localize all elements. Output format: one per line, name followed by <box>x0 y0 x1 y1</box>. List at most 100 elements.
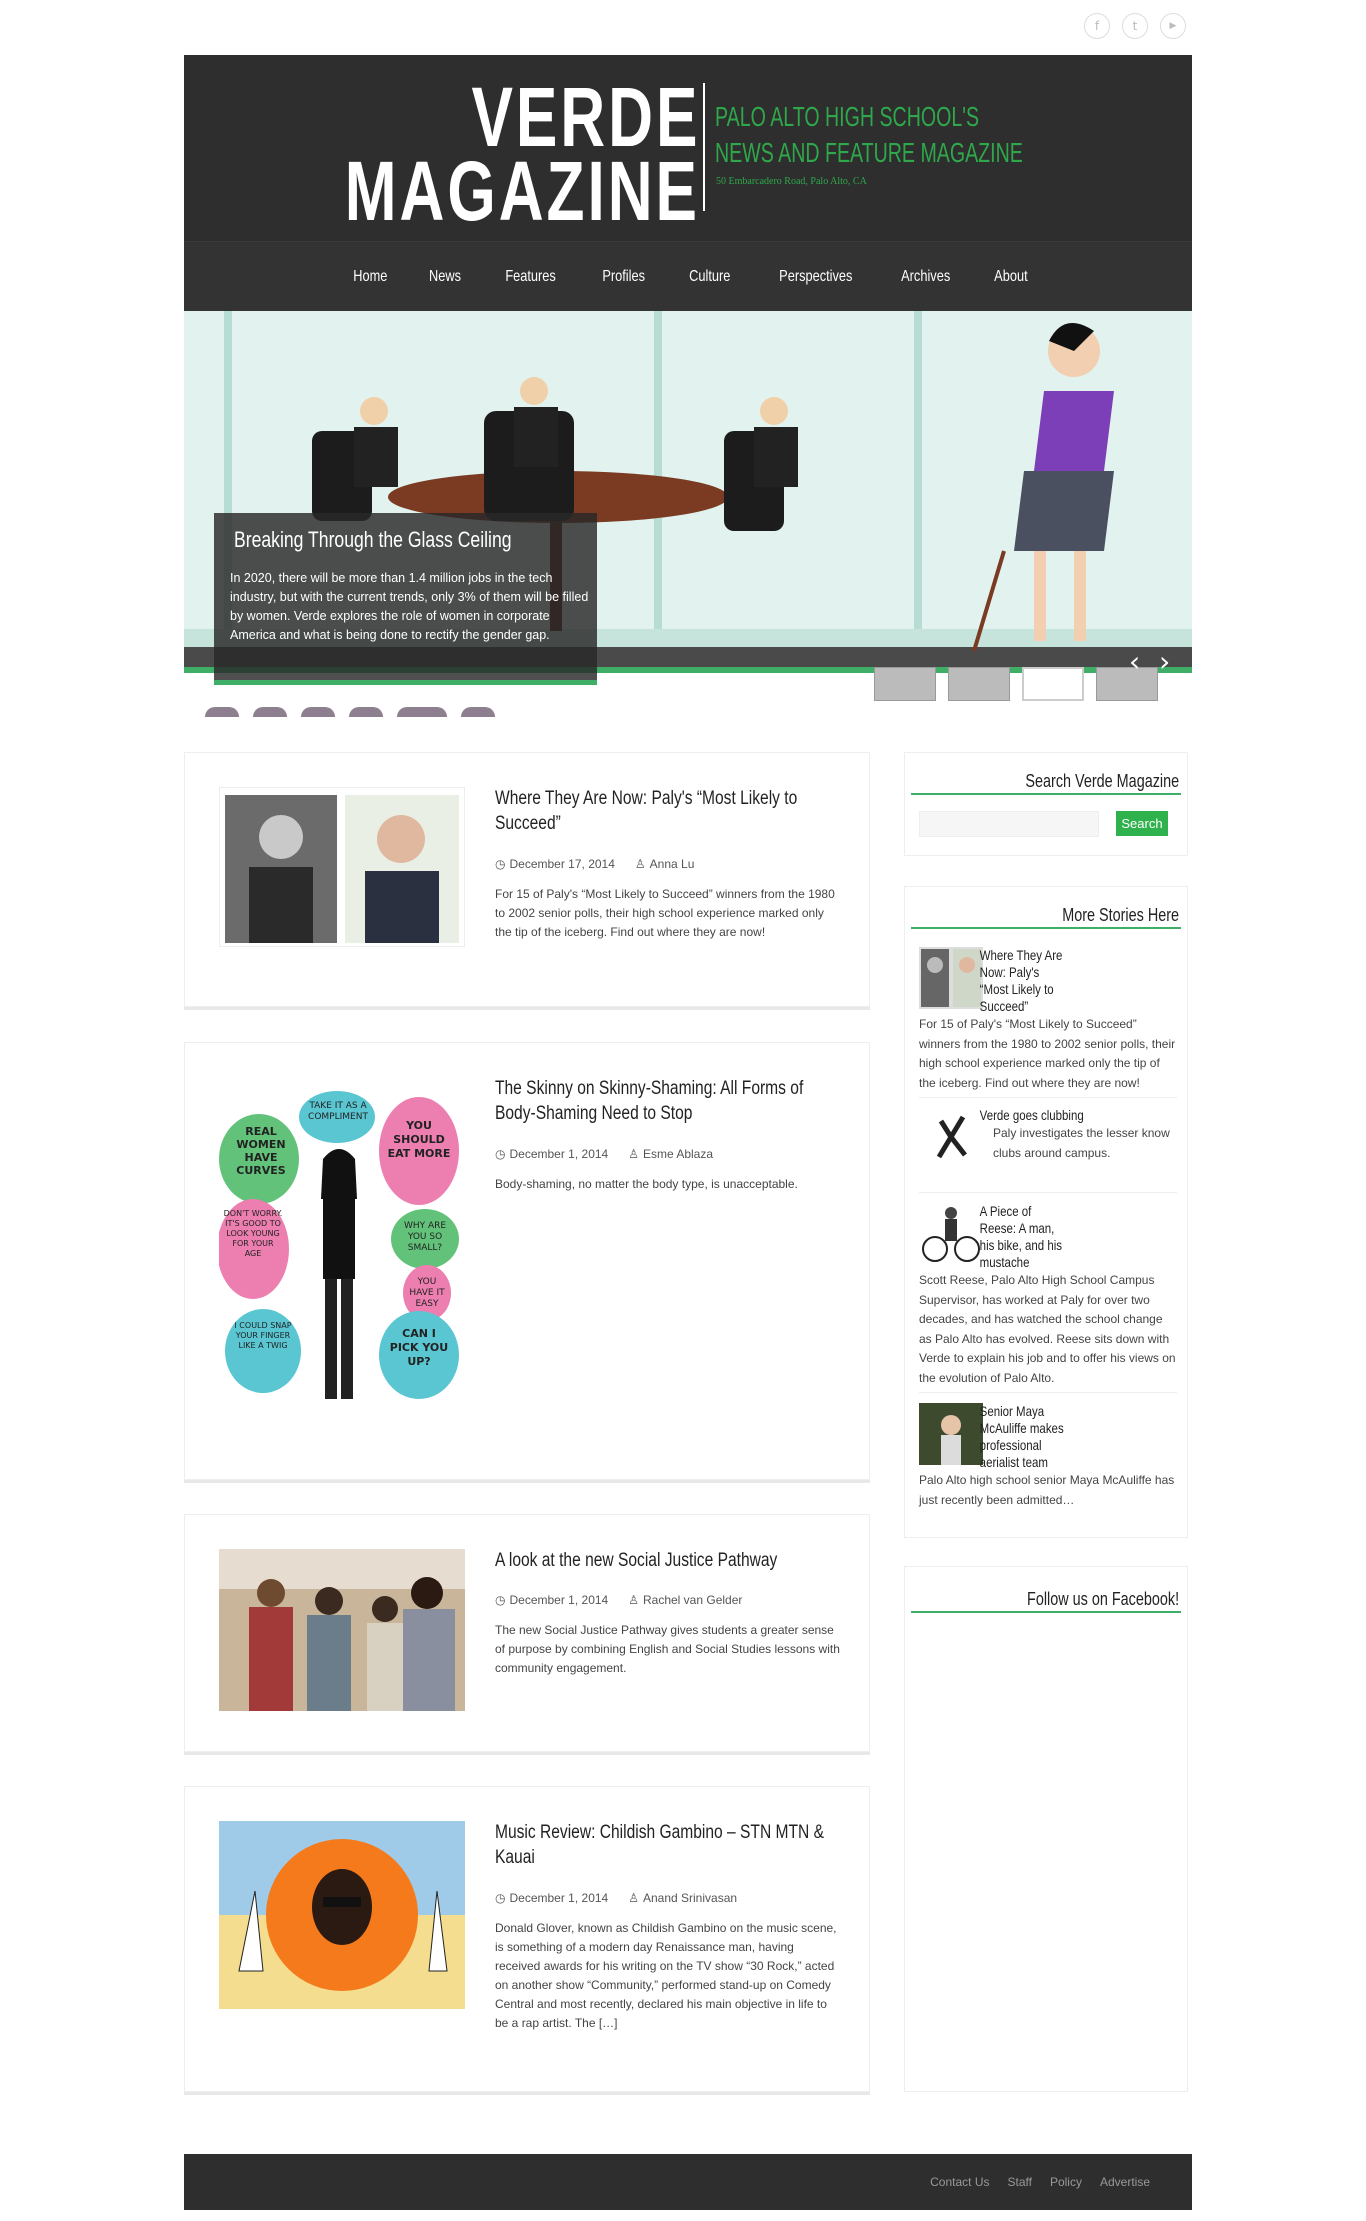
post-meta: ◷ December 1, 2014 ♙ Esme Ablaza <box>495 1147 713 1161</box>
slider-thumb[interactable] <box>1096 667 1158 701</box>
author-icon: ♙ <box>634 857 646 871</box>
nav-perspectives[interactable]: Perspectives <box>779 268 852 286</box>
story-item: Where They Are Now: Paly's “Most Likely … <box>919 947 1177 1093</box>
post-title[interactable]: The Skinny on Skinny-Shaming: All Forms … <box>495 1076 839 1126</box>
widget-title[interactable]: Follow us on Facebook! <box>1027 1589 1179 1610</box>
story-text: For 15 of Paly's “Most Likely to Succeed… <box>919 1017 1176 1090</box>
story-item: A Piece of Reese: A man, his bike, and h… <box>919 1203 1177 1388</box>
widget-underline <box>911 927 1181 929</box>
search-button[interactable]: Search <box>1116 811 1168 836</box>
post-date: December 1, 2014 <box>509 1593 609 1607</box>
bubble-text: TAKE IT AS A COMPLIMENT <box>308 1101 368 1122</box>
post-image[interactable] <box>219 787 465 947</box>
tagline-line1: PALO ALTO HIGH SCHOOL'S <box>715 101 980 132</box>
post-excerpt: Donald Glover, known as Childish Gambino… <box>495 1921 837 2030</box>
nav-features[interactable]: Features <box>506 268 557 286</box>
author-icon: ♙ <box>628 1147 639 1161</box>
nav-profiles[interactable]: Profiles <box>602 268 645 286</box>
tagline-line2: NEWS AND FEATURE MAGAZINE <box>715 137 1023 168</box>
slider-dot[interactable] <box>301 707 335 717</box>
footer-link-policy[interactable]: Policy <box>1050 2175 1082 2189</box>
slider-next-icon[interactable]: › <box>1159 645 1170 678</box>
more-stories-widget: More Stories Here Where They Are Now: Pa… <box>904 886 1188 1538</box>
post-author[interactable]: Anand Srinivasan <box>643 1891 737 1905</box>
post-author[interactable]: Anna Lu <box>650 857 695 871</box>
post-title[interactable]: A look at the new Social Justice Pathway <box>495 1548 839 1573</box>
post-meta: ◷ December 1, 2014 ♙ Rachel van Gelder <box>495 1593 742 1607</box>
post-author[interactable]: Esme Ablaza <box>643 1147 713 1161</box>
widget-underline <box>911 1611 1181 1613</box>
youtube-icon[interactable]: ▶ <box>1160 13 1186 39</box>
twitter-icon[interactable]: t <box>1122 13 1148 39</box>
nav-culture[interactable]: Culture <box>689 268 730 286</box>
slider-thumb-active[interactable] <box>1022 667 1084 701</box>
nav-archives[interactable]: Archives <box>901 268 950 286</box>
widget-title: Search Verde Magazine <box>1025 771 1179 791</box>
story-text: Palo Alto high school senior Maya McAuli… <box>919 1473 1175 1507</box>
clock-icon: ◷ <box>495 1891 506 1905</box>
slider-prev-icon[interactable]: ‹ <box>1129 645 1140 678</box>
clock-icon: ◷ <box>495 1147 506 1161</box>
slider-dot[interactable] <box>397 707 447 717</box>
post-image[interactable] <box>219 1549 465 1711</box>
post-date: December 17, 2014 <box>509 857 615 871</box>
slider-dots <box>205 707 495 717</box>
post-date: December 1, 2014 <box>509 1147 609 1161</box>
slider-title[interactable]: Breaking Through the Glass Ceiling <box>234 527 512 553</box>
site-header: VERDE MAGAZINE PALO ALTO HIGH SCHOOL'S N… <box>184 55 1192 311</box>
bubble-text: CAN I PICK YOU UP? <box>389 1327 449 1368</box>
slider-dot[interactable] <box>461 707 495 717</box>
nav-about[interactable]: About <box>995 268 1028 286</box>
post-date: December 1, 2014 <box>509 1891 609 1905</box>
post-title[interactable]: Music Review: Childish Gambino – STN MTN… <box>495 1820 839 1870</box>
slider-dot[interactable] <box>349 707 383 717</box>
facebook-widget: Follow us on Facebook! <box>904 1566 1188 2092</box>
widget-title: More Stories Here <box>1062 905 1179 925</box>
bubble-text: DON'T WORRY. IT'S GOOD TO LOOK YOUNG FOR… <box>223 1209 283 1258</box>
post-meta: ◷ December 17, 2014 ♙ Anna Lu <box>495 857 694 871</box>
search-input[interactable] <box>919 811 1099 837</box>
clock-icon: ◷ <box>495 857 506 871</box>
post-image[interactable] <box>219 1821 465 2009</box>
logo-magazine: MAGAZINE <box>344 144 700 238</box>
post-author[interactable]: Rachel van Gelder <box>643 1593 742 1607</box>
post-excerpt: The new Social Justice Pathway gives stu… <box>495 1623 840 1675</box>
footer-link-staff[interactable]: Staff <box>1007 2175 1031 2189</box>
logo-divider <box>703 83 705 211</box>
story-title[interactable]: Where They Are Now: Paly's “Most Likely … <box>919 947 1071 1015</box>
post-excerpt: For 15 of Paly's “Most Likely to Succeed… <box>495 887 835 939</box>
post-title[interactable]: Where They Are Now: Paly's “Most Likely … <box>495 786 839 836</box>
author-icon: ♙ <box>628 1593 639 1607</box>
site-footer: Contact Us Staff Policy Advertise <box>184 2154 1192 2210</box>
bubble-text: YOU SHOULD EAT MORE <box>387 1119 451 1160</box>
search-widget: Search Verde Magazine Search <box>904 752 1188 856</box>
story-item: Verde goes clubbing Paly investigates th… <box>919 1107 1177 1173</box>
bubble-text: YOU HAVE IT EASY <box>409 1277 445 1309</box>
school-address: 50 Embarcadero Road, Palo Alto, CA <box>716 176 867 187</box>
post-image[interactable]: REAL WOMEN HAVE CURVES TAKE IT AS A COMP… <box>219 1089 465 1429</box>
slider-thumb[interactable] <box>874 667 936 701</box>
slider-thumbnails <box>874 667 1158 701</box>
story-title[interactable]: A Piece of Reese: A man, his bike, and h… <box>919 1203 1071 1271</box>
footer-link-advertise[interactable]: Advertise <box>1100 2175 1150 2189</box>
post-card: Music Review: Childish Gambino – STN MTN… <box>184 1786 870 2092</box>
bubble-text: I COULD SNAP YOUR FINGER LIKE A TWIG <box>234 1321 292 1350</box>
story-title[interactable]: Verde goes clubbing <box>919 1107 1084 1124</box>
main-nav: Home News Features Profiles Culture Pers… <box>184 241 1192 311</box>
footer-link-contact[interactable]: Contact Us <box>930 2175 989 2189</box>
facebook-icon[interactable]: f <box>1084 13 1110 39</box>
clock-icon: ◷ <box>495 1593 506 1607</box>
story-title[interactable]: Senior Maya McAuliffe makes professional… <box>919 1403 1071 1471</box>
story-divider <box>919 1392 1177 1393</box>
post-card: REAL WOMEN HAVE CURVES TAKE IT AS A COMP… <box>184 1042 870 1480</box>
site-logo[interactable]: VERDE MAGAZINE <box>345 75 700 235</box>
slider-text: In 2020, there will be more than 1.4 mil… <box>230 571 589 642</box>
slider-dot[interactable] <box>205 707 239 717</box>
post-card: A look at the new Social Justice Pathway… <box>184 1514 870 1752</box>
post-card: Where They Are Now: Paly's “Most Likely … <box>184 752 870 1007</box>
nav-home[interactable]: Home <box>353 268 387 286</box>
slider-dot[interactable] <box>253 707 287 717</box>
featured-slider[interactable]: Breaking Through the Glass Ceiling In 20… <box>184 311 1192 716</box>
slider-thumb[interactable] <box>948 667 1010 701</box>
nav-news[interactable]: News <box>429 268 461 286</box>
